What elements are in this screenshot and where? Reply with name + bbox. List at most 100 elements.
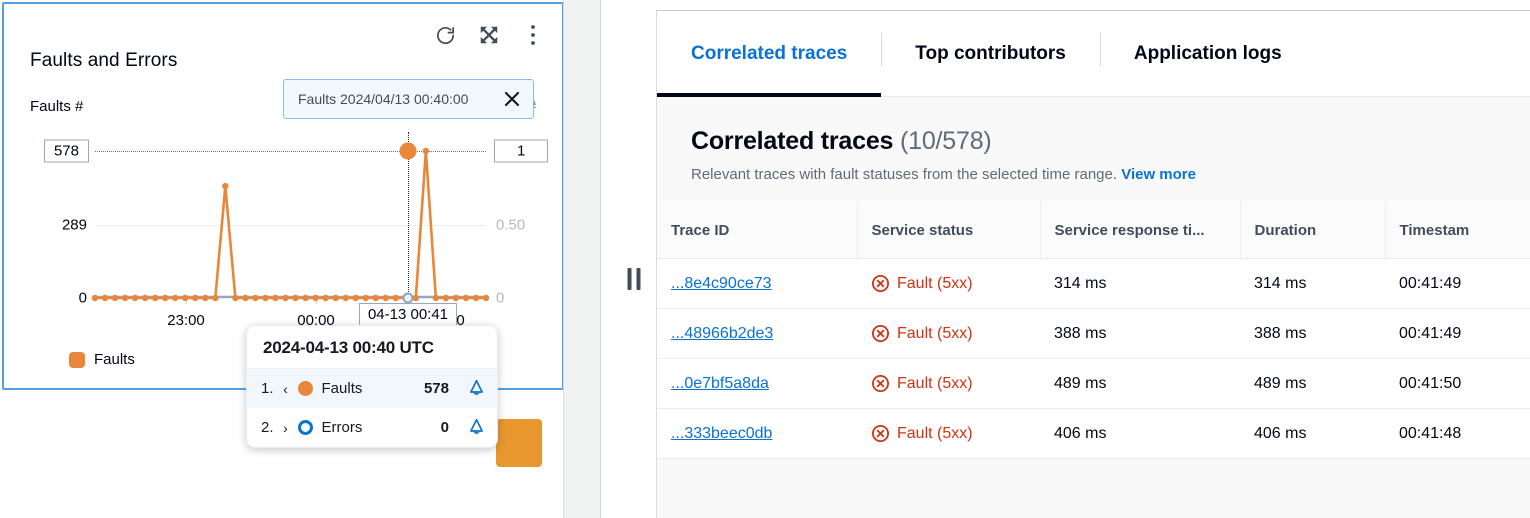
cell-service-status: Fault (5xx) [857, 259, 1040, 309]
legend-swatch-faults [69, 352, 85, 368]
tab-top-contributors[interactable]: Top contributors [881, 11, 1100, 96]
cell-duration: 406 ms [1240, 409, 1385, 459]
tooltip-series-value: 578 [424, 380, 449, 397]
fault-error-icon [871, 324, 890, 343]
cell-service-response-time: 406 ms [1040, 409, 1240, 459]
y2-axis-tick-mid: 0.50 [496, 216, 525, 233]
panel-splitter[interactable] [564, 0, 656, 518]
bell-icon[interactable] [466, 417, 487, 438]
y-axis-tick-min: 0 [79, 290, 87, 307]
errors-selected-marker [403, 293, 414, 304]
y-axis-left-label: Faults # [30, 98, 83, 115]
series-marker-ring-icon [298, 420, 313, 435]
splitter-background [564, 0, 600, 518]
faults-selected-marker[interactable] [400, 143, 417, 160]
traces-subtitle: Relevant traces with fault statuses from… [691, 166, 1496, 183]
cell-timestamp: 00:41:50 [1385, 359, 1530, 409]
tooltip-series-name: Errors [322, 419, 363, 436]
primary-action-button[interactable] [496, 419, 542, 467]
cell-service-status: Fault (5xx) [857, 359, 1040, 409]
refresh-icon[interactable] [432, 22, 458, 48]
chart-plot-area[interactable]: 578 289 0 1 0.50 0 23:00 00:00 01:00 [4, 132, 566, 322]
tooltip-title: 2024-04-13 00:40 UTC [247, 326, 497, 369]
tooltip-series-row-errors[interactable]: 2. › Errors 0 [247, 408, 497, 447]
service-status-label: Fault (5xx) [897, 425, 973, 443]
trace-id-link[interactable]: ...0e7bf5a8da [671, 375, 769, 392]
service-status-label: Fault (5xx) [897, 275, 973, 293]
column-header-service-status[interactable]: Service status [857, 201, 1040, 259]
splitter-divider-line [600, 0, 601, 518]
traces-count: (10/578) [900, 127, 992, 155]
tooltip-series-row-faults[interactable]: 1. ‹ Faults 578 [247, 369, 497, 408]
y-axis-tick-mid: 289 [62, 216, 87, 233]
service-status-label: Fault (5xx) [897, 325, 973, 343]
table-row[interactable]: ...8e4c90ce73Fault (5xx)314 ms314 ms00:4… [657, 259, 1530, 309]
filter-pill-label: Faults 2024/04/13 00:40:00 [298, 91, 468, 107]
legend-label-faults: Faults [94, 351, 135, 368]
fault-error-icon [871, 424, 890, 443]
cell-service-status: Fault (5xx) [857, 409, 1040, 459]
tooltip-row-index: 2. [261, 419, 274, 436]
tab-label: Correlated traces [691, 43, 847, 65]
table-header-row: Trace ID Service status Service response… [657, 201, 1530, 259]
fault-error-icon [871, 274, 890, 293]
cell-service-response-time: 314 ms [1040, 259, 1240, 309]
chart-datapoint-tooltip[interactable]: 2024-04-13 00:40 UTC 1. ‹ Faults 578 2. … [246, 325, 498, 448]
cell-trace-id: ...0e7bf5a8da [657, 359, 857, 409]
cell-trace-id: ...333beec0db [657, 409, 857, 459]
chart-canvas[interactable]: 578 289 0 1 0.50 0 23:00 00:00 01:00 [95, 151, 486, 298]
widget-actions [432, 22, 546, 48]
close-icon[interactable] [499, 86, 525, 112]
resize-handle-icon[interactable] [628, 268, 641, 290]
widget-title: Faults and Errors [30, 50, 177, 72]
trace-id-link[interactable]: ...8e4c90ce73 [671, 275, 772, 292]
x-axis-tick-1: 23:00 [167, 312, 205, 329]
more-options-icon[interactable] [520, 22, 546, 48]
cell-service-response-time: 388 ms [1040, 309, 1240, 359]
column-header-service-response-time[interactable]: Service response ti... [1040, 201, 1240, 259]
expand-icon[interactable] [476, 22, 502, 48]
chevron-right-icon[interactable]: › [281, 420, 291, 436]
chart-legend[interactable]: Faults [69, 351, 135, 368]
chevron-left-icon[interactable]: ‹ [281, 381, 291, 397]
tab-label: Application logs [1134, 43, 1282, 65]
view-more-link[interactable]: View more [1121, 166, 1196, 183]
cell-timestamp: 00:41:49 [1385, 309, 1530, 359]
table-row[interactable]: ...48966b2de3Fault (5xx)388 ms388 ms00:4… [657, 309, 1530, 359]
trace-id-link[interactable]: ...333beec0db [671, 425, 772, 442]
bell-icon[interactable] [466, 378, 487, 399]
tab-correlated-traces[interactable]: Correlated traces [657, 11, 881, 96]
series-marker-filled-icon [298, 381, 313, 396]
traces-title-text: Correlated traces [691, 127, 893, 155]
cell-duration: 388 ms [1240, 309, 1385, 359]
tab-application-logs[interactable]: Application logs [1100, 11, 1316, 96]
service-status-label: Fault (5xx) [897, 375, 973, 393]
tooltip-row-index: 1. [261, 380, 274, 397]
traces-title: Correlated traces (10/578) [691, 127, 1496, 156]
y-axis-tick-max: 578 [44, 140, 89, 163]
table-row[interactable]: ...333beec0dbFault (5xx)406 ms406 ms00:4… [657, 409, 1530, 459]
cell-trace-id: ...48966b2de3 [657, 309, 857, 359]
fault-error-icon [871, 374, 890, 393]
tab-label: Top contributors [915, 43, 1066, 65]
column-header-timestamp[interactable]: Timestam [1385, 201, 1530, 259]
y2-axis-tick-min: 0 [496, 290, 504, 307]
traces-subtitle-text: Relevant traces with fault statuses from… [691, 166, 1117, 183]
column-header-duration[interactable]: Duration [1240, 201, 1385, 259]
table-row[interactable]: ...0e7bf5a8daFault (5xx)489 ms489 ms00:4… [657, 359, 1530, 409]
cell-duration: 314 ms [1240, 259, 1385, 309]
trace-id-link[interactable]: ...48966b2de3 [671, 325, 773, 342]
tooltip-series-name: Faults [322, 380, 363, 397]
column-header-trace-id[interactable]: Trace ID [657, 201, 857, 259]
cell-timestamp: 00:41:48 [1385, 409, 1530, 459]
traces-tablist: Correlated traces Top contributors Appli… [657, 11, 1530, 97]
cell-timestamp: 00:41:49 [1385, 259, 1530, 309]
cell-trace-id: ...8e4c90ce73 [657, 259, 857, 309]
traces-header: Correlated traces (10/578) Relevant trac… [657, 97, 1530, 201]
traces-table-body: ...8e4c90ce73Fault (5xx)314 ms314 ms00:4… [657, 259, 1530, 459]
y2-axis-tick-max: 1 [494, 140, 548, 163]
cell-duration: 489 ms [1240, 359, 1385, 409]
traces-content: Correlated traces (10/578) Relevant trac… [657, 97, 1530, 518]
tooltip-series-value: 0 [441, 419, 449, 436]
filter-pill[interactable]: Faults 2024/04/13 00:40:00 [283, 79, 534, 119]
